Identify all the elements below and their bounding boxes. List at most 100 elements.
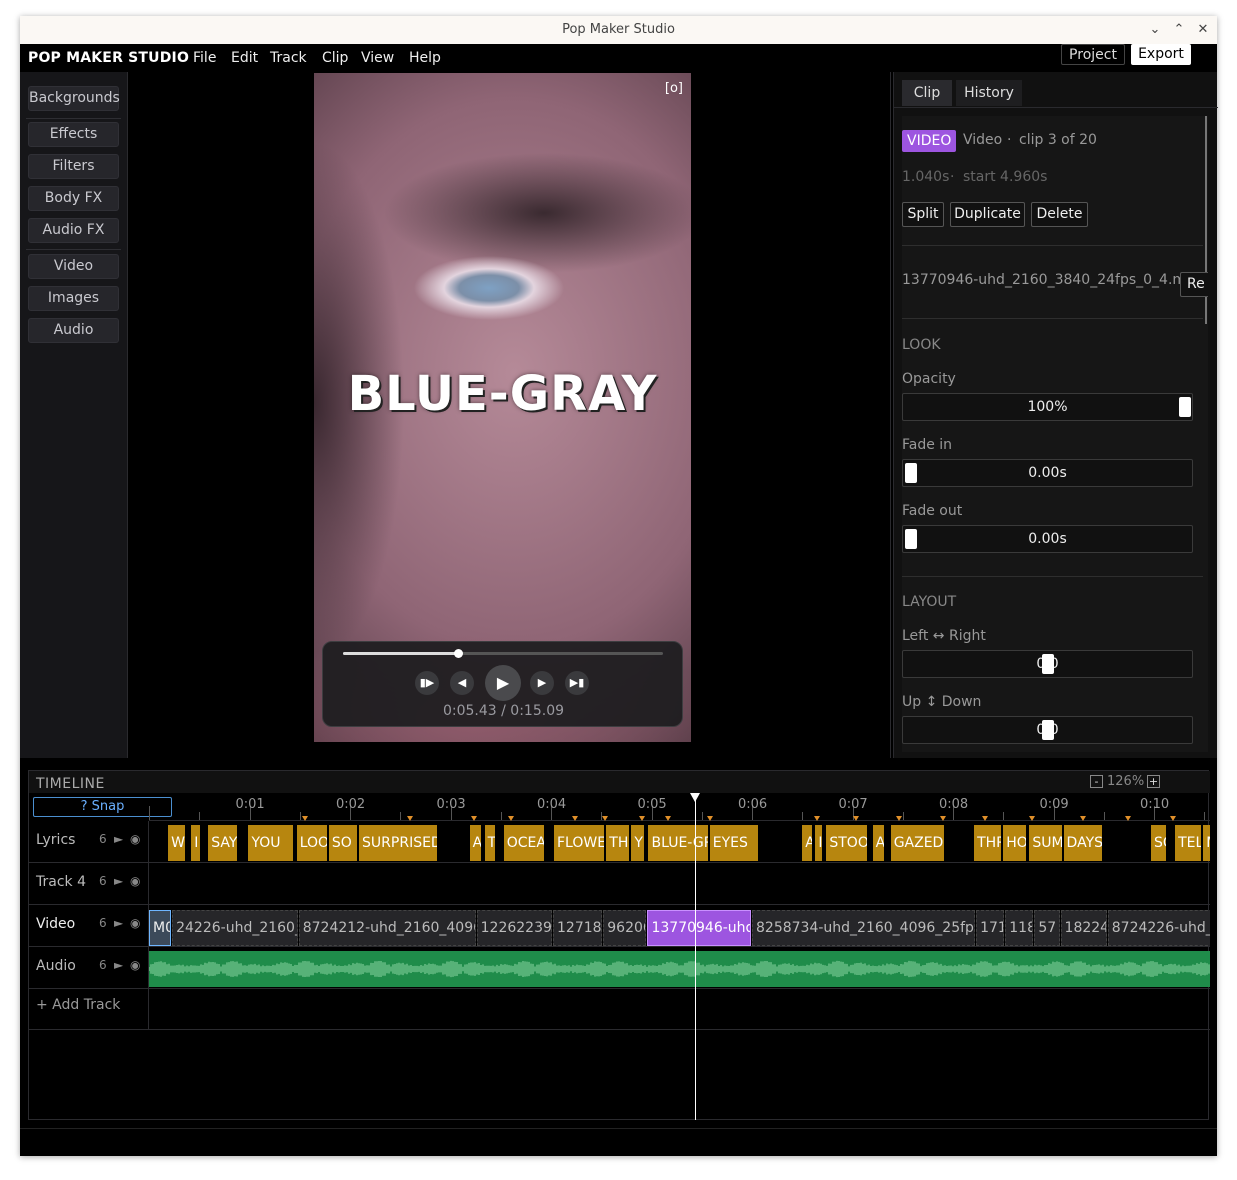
speaker-icon[interactable]: ► [114,958,123,972]
tab-history[interactable]: History [956,80,1022,106]
lyric-clip[interactable]: SURPRISED [359,825,438,861]
lyric-clip[interactable]: STOOD [826,825,867,861]
replace-button[interactable]: Re [1180,272,1208,297]
lyric-clip[interactable]: OCEAN [503,825,544,861]
skip-to-end-icon[interactable]: ▶▮ [565,671,589,695]
left-right-slider[interactable]: 0.0 [902,650,1193,678]
lyric-clip[interactable]: I [191,825,201,861]
lyric-clip[interactable]: A [802,825,813,861]
video-clip[interactable]: 171 [976,910,1005,946]
fade-in-slider[interactable]: 0.00s [902,459,1193,487]
track-header-lyrics[interactable]: Lyrics 6 ► ◉ [29,821,149,863]
video-frame[interactable]: [o] BLUE-GRAY ▮▶ ◀ ▶ ▶ ▶▮ 0:05.43 / 0:15… [314,73,691,742]
export-button[interactable]: Export [1131,44,1191,65]
lyric-clip[interactable]: LOO [296,825,327,861]
left-right-slider-knob[interactable] [1042,654,1054,674]
sidebar-item-backgrounds[interactable]: Backgrounds [28,86,120,111]
lyric-clip[interactable]: Y [631,825,645,861]
safe-area-icon[interactable]: [o] [665,81,683,96]
lyric-clip[interactable]: FLOWER [554,825,605,861]
zoom-in-button[interactable]: + [1147,775,1160,788]
eye-icon[interactable]: ◉ [130,874,140,888]
lyric-clip[interactable]: T [484,825,495,861]
lane-video[interactable]: M024226-uhd_2160_408724212-uhd_2160_4096… [149,905,1210,947]
close-icon[interactable]: ✕ [1191,16,1215,44]
menu-help[interactable]: Help [409,50,441,66]
lyric-clip[interactable]: A [872,825,884,861]
menu-clip[interactable]: Clip [322,50,348,66]
step-forward-icon[interactable]: ▶ [530,671,554,695]
play-icon[interactable]: ▶ [485,665,521,701]
lyric-clip[interactable]: I [815,825,823,861]
lyric-clip[interactable]: SUM [1029,825,1062,861]
duplicate-button[interactable]: Duplicate [950,202,1025,227]
lyric-clip[interactable]: A [469,825,481,861]
lane-audio[interactable] [149,947,1210,989]
playhead-handle[interactable] [689,793,700,802]
eye-icon[interactable]: ◉ [130,916,140,930]
project-button[interactable]: Project [1061,44,1125,65]
up-down-slider-knob[interactable] [1042,720,1054,740]
lyric-clip[interactable]: SO [328,825,358,861]
video-clip[interactable]: 8724212-uhd_2160_4096_25 [298,910,476,946]
progress-knob[interactable] [454,649,464,658]
eye-icon[interactable]: ◉ [130,958,140,972]
lyric-clip[interactable]: SO [1150,825,1167,861]
up-down-slider[interactable]: 0.0 [902,716,1193,744]
tab-clip[interactable]: Clip [902,80,952,106]
video-clip-selected[interactable]: 13770946-uhd_ [647,910,751,946]
time-ruler[interactable]: 0:01 0:02 0:03 0:04 0:05 0:06 0:07 0:08 0:09 0:10 [149,795,1210,821]
sidebar-item-effects[interactable]: Effects [28,122,119,147]
sidebar-item-filters[interactable]: Filters [28,154,119,179]
lyric-clip[interactable]: EYES [709,825,759,861]
sidebar-item-video[interactable]: Video [28,254,119,279]
lyric-clip[interactable]: TEL [1175,825,1202,861]
fade-out-slider[interactable]: 0.00s [902,525,1193,553]
lyric-clip[interactable]: BLUE-GR [648,825,708,861]
audio-clip[interactable] [149,951,1210,987]
video-clip[interactable]: 12262239_ [476,910,552,946]
video-clip[interactable]: 1181 [1005,910,1034,946]
maximize-icon[interactable]: ⌃ [1167,16,1191,44]
video-clip[interactable]: 18224 [1060,910,1107,946]
lock-icon[interactable]: 6 [99,916,107,930]
lock-icon[interactable]: 6 [99,874,107,888]
lane-lyrics[interactable]: WIISAYYOULOOSOSURPRISEDATOCEANFLOWERTHYB… [149,821,1210,863]
lyric-clip[interactable]: WI [168,825,186,861]
track-header-video[interactable]: Video 6 ► ◉ [29,905,149,947]
track-header-audio[interactable]: Audio 6 ► ◉ [29,947,149,989]
video-clip[interactable]: 8724226-uhd_2 [1107,910,1210,946]
video-clip[interactable]: 8258734-uhd_2160_4096_25fps_c [752,910,976,946]
video-clip[interactable]: M0 [149,910,172,946]
speaker-icon[interactable]: ► [114,832,123,846]
progress-bar[interactable] [343,649,663,658]
menu-file[interactable]: File [193,50,216,66]
lyric-clip[interactable]: GAZED [890,825,944,861]
fade-in-slider-knob[interactable] [905,463,917,483]
video-clip[interactable]: 96206 [603,910,647,946]
video-clip[interactable]: 57 [1034,910,1060,946]
menu-track[interactable]: Track [270,50,307,66]
split-button[interactable]: Split [902,202,944,227]
sidebar-item-images[interactable]: Images [28,286,119,311]
menu-edit[interactable]: Edit [231,50,258,66]
fade-out-slider-knob[interactable] [905,529,917,549]
lyric-clip[interactable]: TH [606,825,630,861]
lyric-clip[interactable]: SAY [208,825,238,861]
skip-to-start-icon[interactable]: ▮▶ [415,671,439,695]
sidebar-item-body-fx[interactable]: Body FX [28,186,119,211]
add-track-button[interactable]: + Add Track [36,997,120,1013]
playhead[interactable] [689,793,700,1120]
delete-button[interactable]: Delete [1031,202,1088,227]
lyric-clip[interactable]: YOU [248,825,293,861]
video-clip[interactable]: 127189 [553,910,603,946]
lyric-clip[interactable]: DAYS [1063,825,1102,861]
sidebar-item-audio-fx[interactable]: Audio FX [28,218,119,243]
video-clip[interactable]: 24226-uhd_2160_40 [172,910,298,946]
lyric-clip[interactable]: M [1203,825,1210,861]
speaker-icon[interactable]: ► [114,916,123,930]
lyric-clip[interactable]: HO [1003,825,1027,861]
opacity-slider[interactable]: 100% [902,393,1193,421]
menu-view[interactable]: View [361,50,394,66]
lane-track-4[interactable] [149,863,1210,905]
